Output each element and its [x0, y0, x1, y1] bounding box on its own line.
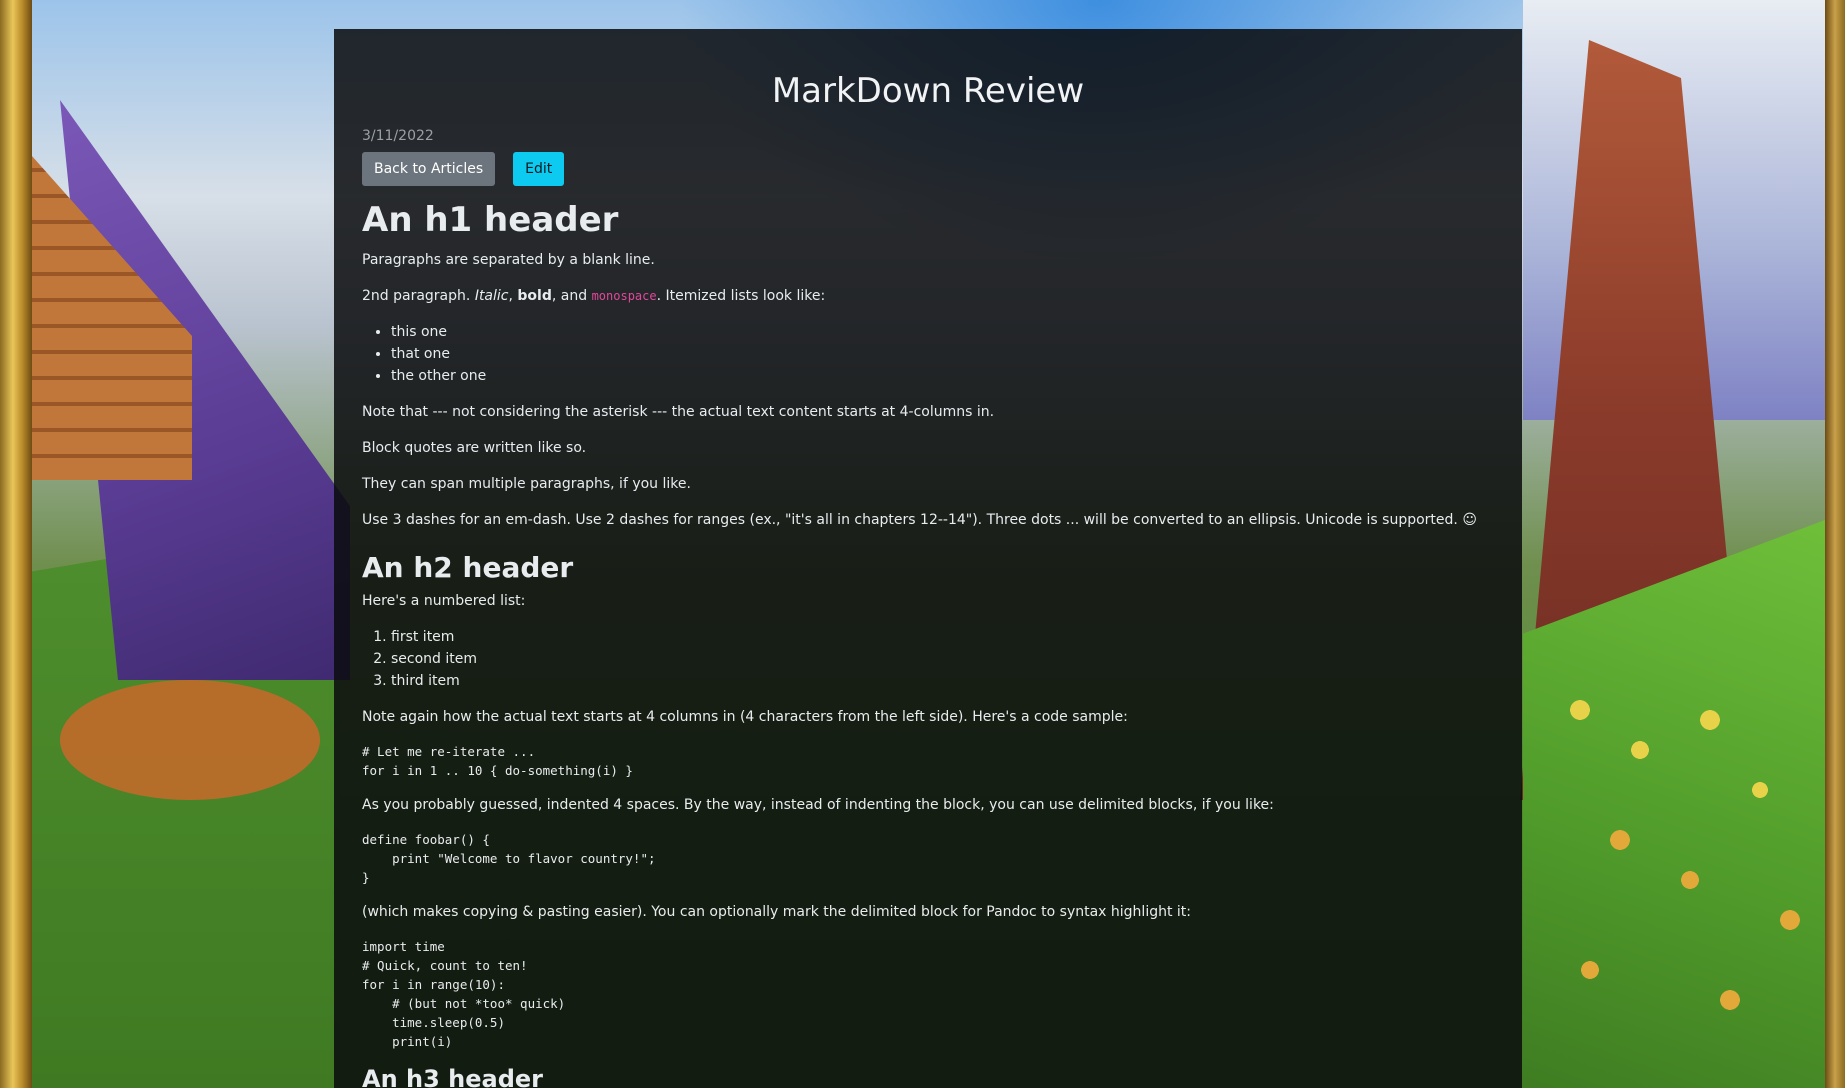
article-panel: MarkDown Review 3/11/2022 Back to Articl…	[334, 29, 1522, 1088]
back-to-articles-button[interactable]: Back to Articles	[362, 151, 496, 186]
paragraph: Paragraphs are separated by a blank line…	[362, 251, 655, 268]
article-actions: Back to Articles Edit	[362, 151, 1494, 186]
paragraph: Note that --- not considering the asteri…	[362, 403, 995, 420]
paragraph: As you probably guessed, indented 4 spac…	[362, 797, 1274, 814]
list-item: third item	[391, 670, 1494, 692]
list-item: second item	[391, 648, 1494, 670]
paragraph: Here's a numbered list:	[362, 593, 526, 610]
bullet-list: this one that one the other one	[362, 321, 1494, 387]
paragraph-formatting: 2nd paragraph. Italic, bold, and monospa…	[362, 285, 1494, 307]
background-frame-right	[1825, 0, 1845, 1088]
background-path	[60, 680, 320, 800]
numbered-list: first item second item third item	[362, 626, 1494, 692]
list-item: first item	[391, 626, 1494, 648]
code-block: # Let me re-iterate ... for i in 1 .. 10…	[362, 744, 633, 779]
article-date: 3/11/2022	[362, 127, 434, 144]
text-run: , and	[551, 287, 592, 304]
paragraph: Use 3 dashes for an em-dash. Use 2 dashe…	[362, 511, 1477, 528]
paragraph: Note again how the actual text starts at…	[362, 709, 1128, 726]
article-content: An h1 header Paragraphs are separated by…	[362, 200, 1494, 1088]
paragraph: (which makes copying & pasting easier). …	[362, 904, 1192, 921]
code-block: import time # Quick, count to ten! for i…	[362, 939, 566, 1050]
paragraph: Block quotes are written like so.	[362, 439, 587, 456]
list-item: that one	[391, 343, 1494, 365]
italic-text: Italic	[474, 287, 509, 304]
text-run: . Itemized lists look like:	[656, 287, 826, 304]
page-title: MarkDown Review	[771, 71, 1085, 111]
edit-button[interactable]: Edit	[513, 151, 565, 186]
text-run: 2nd paragraph.	[362, 287, 475, 304]
bold-text: bold	[517, 287, 552, 304]
heading-h2: An h2 header	[362, 550, 574, 584]
paragraph: They can span multiple paragraphs, if yo…	[362, 475, 691, 492]
code-block: define foobar() { print "Welcome to flav…	[362, 832, 656, 886]
inline-code: monospace	[591, 288, 657, 303]
list-item: this one	[391, 321, 1494, 343]
background-flowers	[1560, 680, 1820, 1040]
background-frame-left	[0, 0, 32, 1088]
list-item: the other one	[391, 365, 1494, 387]
heading-h3: An h3 header	[362, 1065, 544, 1088]
heading-h1: An h1 header	[362, 199, 619, 240]
